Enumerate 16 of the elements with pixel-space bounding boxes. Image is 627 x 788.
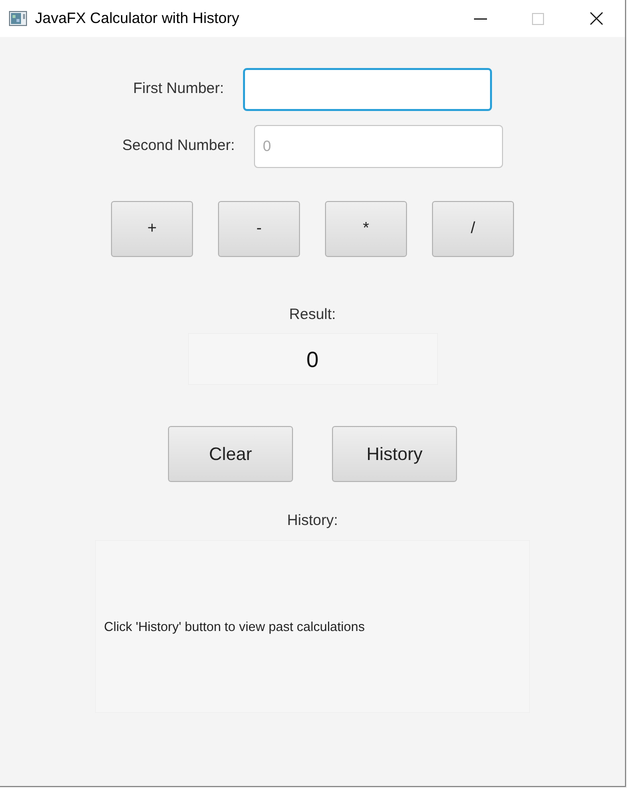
result-display: 0 [188,333,438,385]
result-label: Result: [289,305,336,325]
history-label: History: [287,511,338,531]
action-button[interactable]: Clear [168,426,293,482]
field-label: Second Number: [122,136,235,156]
action-button[interactable]: History [332,426,457,482]
field-label: First Number: [133,79,224,100]
number-input[interactable]: 0 [254,125,503,168]
operator-button[interactable]: / [432,201,514,257]
operator-button[interactable]: + [111,201,193,257]
number-input[interactable] [242,68,492,111]
app-window-icon [9,11,27,26]
operator-button[interactable]: * [325,201,407,257]
history-message: Click 'History' button to view past calculations [104,618,365,636]
window-title: JavaFX Calculator with History [35,11,240,26]
operator-button[interactable]: - [218,201,300,257]
